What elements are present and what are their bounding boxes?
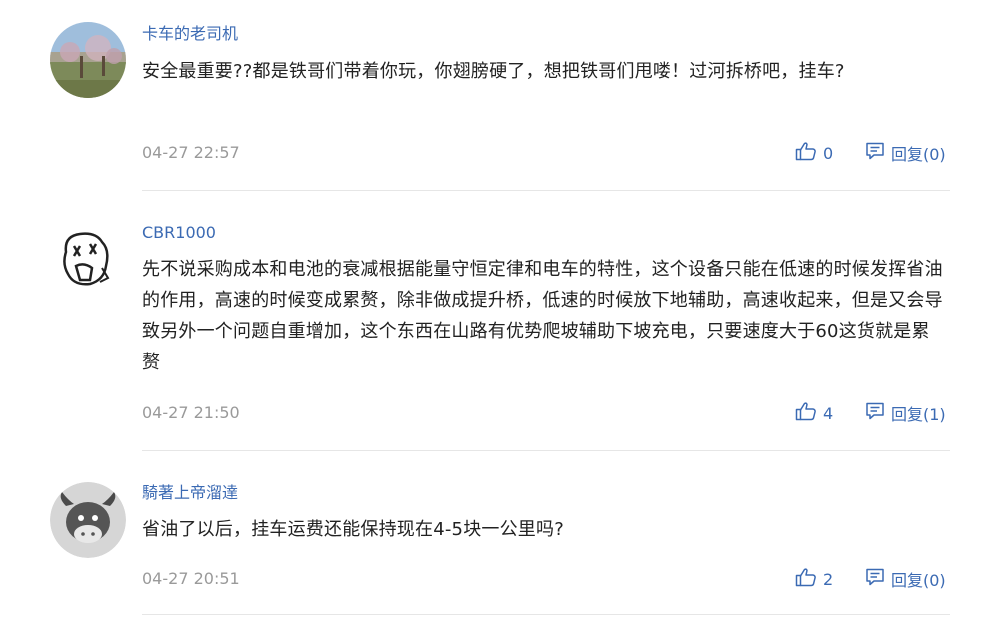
comment-time: 04-27 21:50 (142, 403, 240, 422)
divider (142, 614, 950, 615)
comment-time: 04-27 22:57 (142, 143, 240, 162)
like-button[interactable]: 0 (795, 142, 833, 164)
divider (142, 450, 950, 451)
avatar[interactable] (50, 222, 126, 298)
comment-icon (865, 401, 891, 425)
comment-icon (865, 141, 891, 165)
thumbs-up-icon (795, 141, 823, 165)
avatar[interactable] (50, 22, 126, 98)
like-count: 4 (823, 403, 834, 423)
thumbs-up-icon (795, 567, 823, 591)
username[interactable]: 卡车的老司机 (142, 24, 238, 44)
comment-time: 04-27 20:51 (142, 569, 240, 588)
like-button[interactable]: 4 (795, 402, 833, 424)
username[interactable]: 騎著上帝溜達 (142, 483, 238, 503)
avatar[interactable] (50, 482, 126, 558)
username[interactable]: CBR1000 (142, 223, 216, 243)
comment-text: 先不说采购成本和电池的衰减根据能量守恒定律和电车的特性，这个设备只能在低速的时候… (142, 259, 943, 373)
comment-text: 省油了以后，挂车运费还能保持现在4-5块一公里吗? (142, 519, 564, 540)
comment-icon (865, 567, 891, 591)
reply-label: 回复(0) (891, 571, 946, 590)
reply-button[interactable]: 回复(0) (865, 568, 946, 590)
reply-label: 回复(1) (891, 405, 946, 424)
comment-text: 安全最重要??都是铁哥们带着你玩，你翅膀硬了，想把铁哥们甩喽！过河拆桥吧，挂车? (142, 61, 845, 82)
reply-button[interactable]: 回复(0) (865, 142, 946, 164)
divider (142, 190, 950, 191)
reply-button[interactable]: 回复(1) (865, 402, 946, 424)
reply-label: 回复(0) (891, 145, 946, 164)
thumbs-up-icon (795, 401, 823, 425)
like-count: 0 (823, 143, 834, 163)
like-count: 2 (823, 569, 834, 589)
like-button[interactable]: 2 (795, 568, 833, 590)
